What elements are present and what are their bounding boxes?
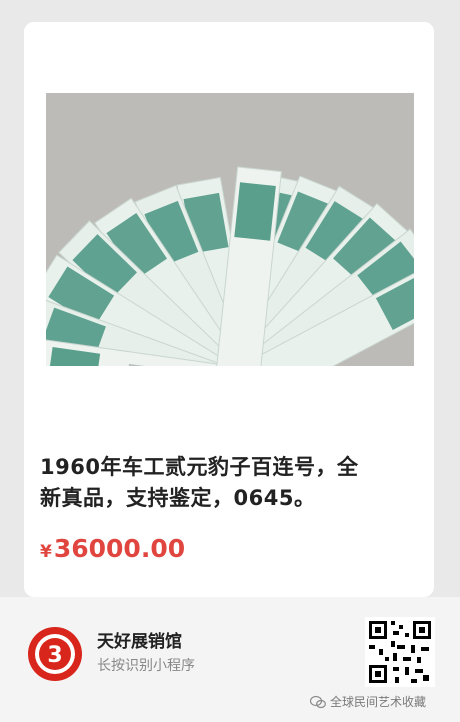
currency-symbol: ¥ [40, 542, 52, 562]
product-card[interactable]: 1960年车工贰元豹子百连号，全 新真品，支持鉴定，0645。 ¥36000.0… [24, 22, 434, 597]
product-price: ¥36000.00 [40, 534, 185, 563]
watermark: 全球民间艺术收藏 [310, 693, 426, 710]
product-image-area[interactable] [24, 22, 434, 432]
wechat-icon [310, 695, 326, 708]
svg-text:3: 3 [47, 643, 62, 668]
product-title-line2: 新真品，支持鉴定，0645。 [40, 486, 316, 510]
price-amount: 36000.00 [53, 534, 186, 563]
banknote-fan-illustration [46, 93, 414, 366]
watermark-text: 全球民间艺术收藏 [330, 695, 427, 709]
product-title[interactable]: 1960年车工贰元豹子百连号，全 新真品，支持鉴定，0645。 [40, 452, 420, 514]
mini-program-qr-icon[interactable] [365, 617, 435, 687]
shop-name[interactable]: 天好展销馆 [97, 627, 182, 652]
long-press-hint: 长按识别小程序 [97, 658, 195, 674]
shop-logo-3-icon[interactable]: 3 [26, 625, 84, 683]
mini-program-footer[interactable]: 3 天好展销馆 长按识别小程序 全球民间艺术收藏 [0, 597, 460, 722]
product-title-line1: 1960年车工贰元豹子百连号，全 [40, 455, 359, 479]
product-image[interactable] [46, 93, 414, 366]
